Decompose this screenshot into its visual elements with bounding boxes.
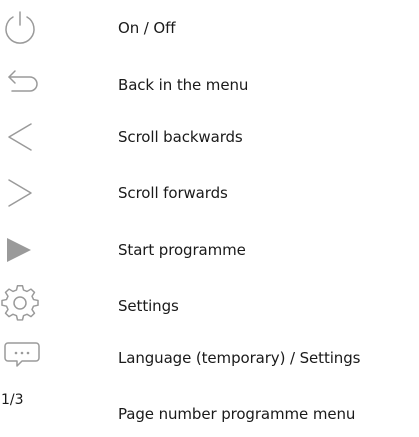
legend-label-language: Language (temporary) / Settings [118,349,361,367]
legend-label-start-programme: Start programme [118,241,246,259]
legend-label-settings: Settings [118,297,179,315]
play-icon [0,232,44,272]
legend-label-back: Back in the menu [118,76,249,94]
gear-icon [0,284,44,324]
legend-row-power: On / Off [0,8,419,48]
back-arrow-icon [0,63,44,103]
legend-row-settings: Settings [0,284,419,324]
icon-legend: On / Off Back in the menu Scroll backwar… [0,0,419,437]
legend-row-back: Back in the menu [0,63,419,103]
legend-label-scroll-forwards: Scroll forwards [118,184,228,202]
power-icon [0,8,44,48]
chevron-right-icon [0,173,44,213]
legend-label-page-number: Page number programme menu [118,405,356,423]
legend-label-scroll-backwards: Scroll backwards [118,128,243,146]
legend-row-page-number: 1/3 Page number programme menu [0,390,419,430]
chevron-left-icon [0,117,44,157]
legend-row-scroll-backwards: Scroll backwards [0,117,419,157]
legend-row-language: Language (temporary) / Settings [0,336,419,376]
legend-row-scroll-forwards: Scroll forwards [0,173,419,213]
speech-bubble-icon [0,336,44,376]
legend-row-start-programme: Start programme [0,232,419,272]
legend-label-power: On / Off [118,19,176,37]
page-number-indicator: 1/3 [1,392,24,408]
